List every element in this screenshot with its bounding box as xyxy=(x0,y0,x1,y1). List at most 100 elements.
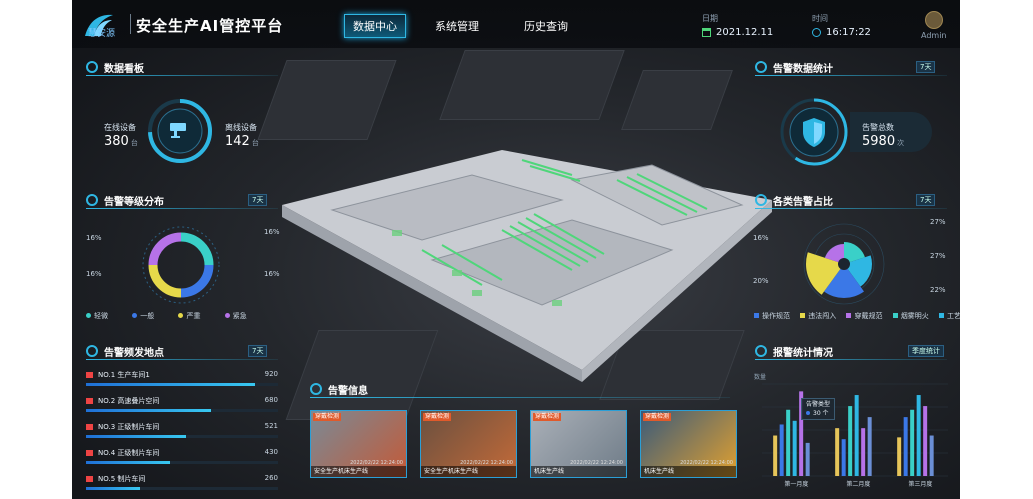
hotspot-progress-bar xyxy=(86,435,278,438)
report-bar xyxy=(779,424,784,476)
hotspot-row[interactable]: NO.1 生产车间1 920 xyxy=(86,370,278,380)
level-pct-1: 16% xyxy=(86,234,102,242)
hotspot-row[interactable]: NO.4 正级制片车间 430 xyxy=(86,448,278,458)
report-stats-title: 报警统计情况 xyxy=(755,344,833,359)
data-board-title: 数据看板 xyxy=(86,60,144,75)
clock-icon xyxy=(812,28,821,37)
report-bar xyxy=(861,428,866,476)
report-bar xyxy=(841,439,846,476)
hotspot-progress-bar xyxy=(86,461,278,464)
user-name[interactable]: Admin xyxy=(921,31,947,40)
top-header: 慧安源 安全生产AI管控平台 数据中心 系统管理 历史查询 日期 2021.12… xyxy=(72,0,960,48)
hotspot-progress-fill xyxy=(86,461,171,464)
alarm-card-tag: 穿戴检测 xyxy=(313,413,342,421)
type-pct-right-3: 22% xyxy=(930,286,946,294)
time-label: 时间 xyxy=(812,14,828,23)
hotspot-progress-fill xyxy=(86,409,211,412)
type-pct-left-1: 16% xyxy=(753,234,769,242)
level-legend: 轻微 一般 严重 紧急 xyxy=(86,311,247,321)
level-pct-3: 16% xyxy=(264,228,280,236)
hotspots-title: 告警频发地点 xyxy=(86,344,164,359)
level-segment xyxy=(148,264,182,298)
hotspot-row[interactable]: NO.5 制片车间 260 xyxy=(86,474,278,484)
alarm-card-caption: 安全生产机床生产线 xyxy=(311,466,406,477)
rank-marker xyxy=(86,398,93,404)
type-legend: 操作规范 违法闯入 穿戴规范 烟雾明火 工艺异常 xyxy=(754,311,960,321)
report-bar xyxy=(786,409,791,476)
alarm-card-tag: 穿戴检测 xyxy=(643,413,672,421)
alarm-level-title: 告警等级分布 xyxy=(86,193,164,208)
online-devices-label: 在线设备 xyxy=(104,123,136,132)
type-pct-right-1: 27% xyxy=(930,218,946,226)
alarm-card-caption: 安全生产机床生产线 xyxy=(421,466,516,477)
type-pct-left-2: 20% xyxy=(753,277,769,285)
level-segment xyxy=(180,264,214,298)
x-tick-label: 第三月度 xyxy=(908,480,932,488)
hotspot-label: NO.1 生产车间1 xyxy=(98,371,150,379)
logo-text: 慧安源 xyxy=(88,29,116,39)
report-bar xyxy=(897,437,902,476)
level-segment xyxy=(180,232,214,266)
chart-tooltip: 告警类型 30 个 xyxy=(801,398,836,420)
alarm-card[interactable]: 穿戴检测 2022/02/22 12:24:00 安全生产机床生产线 xyxy=(310,410,407,478)
hotspots-range-tag[interactable]: 7天 xyxy=(248,345,268,357)
alarm-total-label: 告警总数 xyxy=(862,123,894,132)
shield-icon xyxy=(780,98,848,166)
report-bar xyxy=(929,435,934,476)
rank-marker xyxy=(86,450,93,456)
hotspot-progress-bar xyxy=(86,383,278,386)
hotspot-progress-bar xyxy=(86,409,278,412)
hotspot-progress-fill xyxy=(86,487,140,490)
alarm-card[interactable]: 穿戴检测 2022/02/22 12:24:00 安全生产机床生产线 xyxy=(420,410,517,478)
report-bar xyxy=(903,417,908,476)
alarm-stats-title: 告警数据统计 xyxy=(755,60,833,75)
alarm-types-rose-chart xyxy=(803,223,885,305)
report-bar xyxy=(854,395,859,476)
alarm-card[interactable]: 穿戴检测 2022/02/22 12:24:00 机床生产线 xyxy=(530,410,627,478)
level-pct-2: 16% xyxy=(86,270,102,278)
hotspot-progress-fill xyxy=(86,383,255,386)
alarm-types-range-tag[interactable]: 7天 xyxy=(916,194,936,206)
online-devices-value: 380 台 xyxy=(104,134,138,149)
hotspot-row[interactable]: NO.3 正级制片车间 521 xyxy=(86,422,278,432)
report-bar xyxy=(923,406,928,476)
report-stats-range-tag[interactable]: 季度统计 xyxy=(908,345,944,357)
hotspot-label: NO.4 正级制片车间 xyxy=(98,449,160,457)
dashboard-frame: 慧安源 安全生产AI管控平台 数据中心 系统管理 历史查询 日期 2021.12… xyxy=(72,0,960,499)
rank-marker xyxy=(86,476,93,482)
report-bar xyxy=(835,428,840,476)
alarm-stats-range-tag[interactable]: 7天 xyxy=(916,61,936,73)
nav-data-center[interactable]: 数据中心 xyxy=(344,14,406,38)
hotspot-row[interactable]: NO.2 高速叠片空间 680 xyxy=(86,396,278,406)
report-bar xyxy=(805,442,810,476)
rank-marker xyxy=(86,372,93,378)
alarm-info-title: 告警信息 xyxy=(310,382,368,397)
alarm-level-range-tag[interactable]: 7天 xyxy=(248,194,268,206)
report-bar xyxy=(773,435,778,476)
x-tick-label: 第二月度 xyxy=(846,480,870,488)
platform-title: 安全生产AI管控平台 xyxy=(136,17,284,35)
hotspot-value: 260 xyxy=(264,474,278,482)
avatar[interactable] xyxy=(925,11,943,29)
report-bar xyxy=(867,417,872,476)
offline-devices-label: 离线设备 xyxy=(225,123,257,132)
alarm-total-value: 5980 次 xyxy=(862,134,905,149)
hotspot-progress-fill xyxy=(86,435,186,438)
x-tick-label: 第一月度 xyxy=(784,480,808,488)
nav-history-query[interactable]: 历史查询 xyxy=(524,18,568,34)
hotspot-value: 521 xyxy=(264,422,278,430)
report-bar-chart: 第一月度 第二月度 第三月度 xyxy=(762,383,948,488)
hotspot-value: 920 xyxy=(264,370,278,378)
level-pct-4: 16% xyxy=(264,270,280,278)
alarm-types-title: 各类告警占比 xyxy=(755,193,833,208)
date-value: 2021.12.11 xyxy=(716,27,774,38)
hotspot-value: 680 xyxy=(264,396,278,404)
hotspot-label: NO.2 高速叠片空间 xyxy=(98,397,160,405)
alarm-card[interactable]: 穿戴检测 2022/02/22 12:24:00 机床生产线 xyxy=(640,410,737,478)
nav-system-management[interactable]: 系统管理 xyxy=(435,18,479,34)
type-pct-right-2: 27% xyxy=(930,252,946,260)
factory-3d-model xyxy=(282,150,772,382)
camera-icon xyxy=(170,123,186,138)
offline-devices-value: 142 台 xyxy=(225,134,259,149)
hotspot-value: 430 xyxy=(264,448,278,456)
